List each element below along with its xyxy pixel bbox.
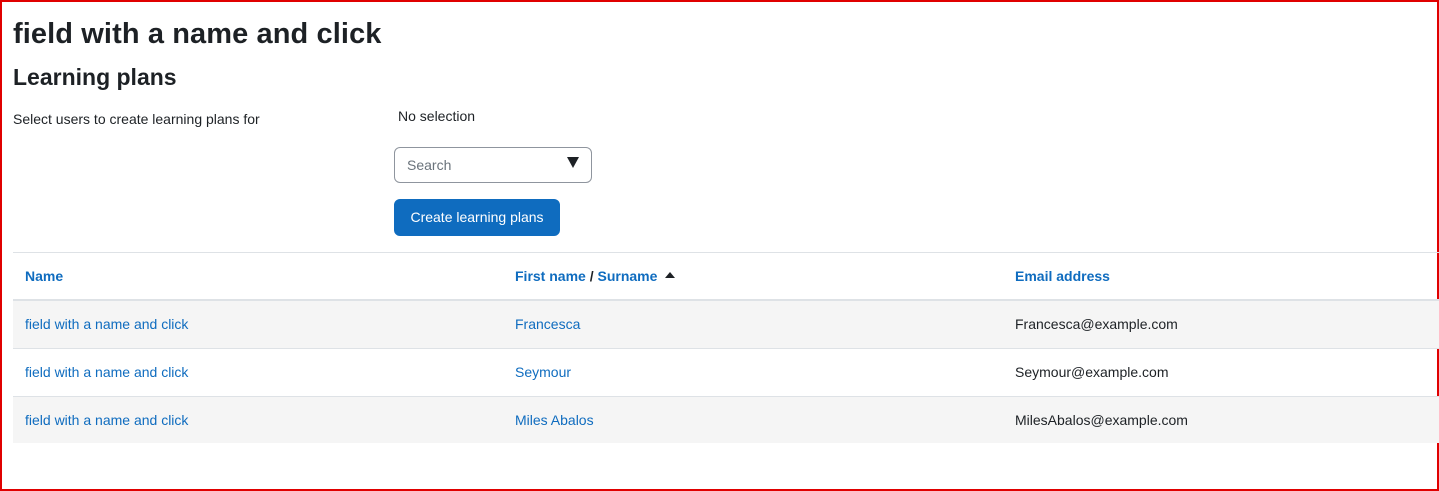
users-table: Name First name / Surname Email address … [13,252,1439,443]
header-separator: / [585,268,598,284]
plan-name-link[interactable]: field with a name and click [25,316,188,332]
user-name-link[interactable]: Francesca [515,316,580,332]
table-row: field with a name and click Seymour Seym… [13,349,1439,397]
table-row: field with a name and click Francesca Fr… [13,301,1439,349]
sort-by-surname-link[interactable]: Surname [597,268,657,284]
table-header: Name First name / Surname Email address [13,253,1439,301]
user-email: Francesca@example.com [1015,316,1178,332]
column-header-name: Name [25,268,63,284]
selection-status: No selection [398,108,476,124]
section-title: Learning plans [13,64,177,90]
triangle-down-icon[interactable] [567,157,579,168]
page-title: field with a name and click [13,18,382,50]
user-email: MilesAbalos@example.com [1015,412,1188,428]
user-select-label: Select users to create learning plans fo… [13,111,260,127]
column-header-email: Email address [1015,268,1110,284]
search-input[interactable] [407,148,557,182]
sort-by-email-link[interactable]: Email address [1015,268,1110,284]
user-name-link[interactable]: Seymour [515,364,571,380]
user-name-link[interactable]: Miles Abalos [515,412,594,428]
table-row: field with a name and click Miles Abalos… [13,397,1439,443]
sort-by-first-name-link[interactable]: First name [515,268,586,284]
user-search-autocomplete[interactable] [394,147,592,183]
column-header-user: First name / Surname [515,268,676,284]
sort-by-name-link[interactable]: Name [25,268,63,284]
user-email: Seymour@example.com [1015,364,1169,380]
create-learning-plans-button[interactable]: Create learning plans [394,199,560,236]
plan-name-link[interactable]: field with a name and click [25,412,188,428]
plan-name-link[interactable]: field with a name and click [25,364,188,380]
sort-ascending-icon [665,272,676,278]
